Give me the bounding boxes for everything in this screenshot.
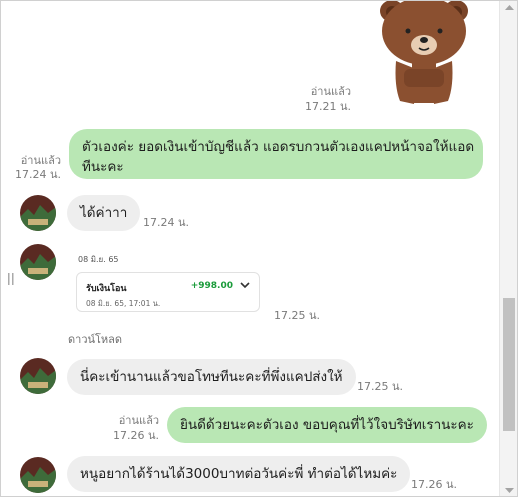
chat-window: อ่านแล้ว 17.21 น. อ่านแล้ว 17.24 น. ตัวเ… (0, 0, 518, 497)
message-time: 17.26 น. (411, 478, 458, 491)
message-text: ยินดีด้วยนะคะตัวเอง ขอบคุณที่ไว้ใจบริษัท… (180, 417, 474, 433)
message-text: นี่คะเข้านานแล้วขอโทษทีนะคะที่พึ่งแคปส่ง… (80, 369, 343, 385)
receipt-title: รับเงินโอน (86, 284, 127, 294)
avatar[interactable] (20, 358, 56, 394)
incoming-message-bubble[interactable]: ได้ค่าาา (67, 195, 141, 231)
message-text: ตัวเองค่ะ ยอดเงินเข้าบัญชีแล้ว แอดรบกวนต… (82, 139, 475, 155)
message-text: ได้ค่าาา (80, 205, 128, 221)
receipt-datetime: 08 มิ.ย. 65, 17:01 น. (86, 299, 161, 308)
avatar[interactable] (20, 244, 56, 280)
drag-handle-icon[interactable] (8, 273, 14, 285)
message-time: 17.24 น. (14, 168, 61, 181)
download-link[interactable]: ดาวน์โหลด (68, 330, 122, 348)
message-time: 17.25 น. (274, 309, 321, 322)
outgoing-message-bubble[interactable]: ยินดีด้วยนะคะตัวเอง ขอบคุณที่ไว้ใจบริษัท… (167, 407, 487, 443)
scrollbar-thumb[interactable] (503, 298, 515, 431)
scroll-down-icon[interactable] (505, 487, 514, 494)
receipt-amount: +998.00 (190, 281, 233, 291)
message-text: ทีนะคะ (82, 159, 124, 175)
avatar[interactable] (20, 195, 56, 231)
bear-sticker (380, 1, 468, 104)
read-receipt: อ่านแล้ว (118, 414, 159, 427)
message-time: 17.26 น. (112, 429, 159, 442)
outgoing-message-bubble[interactable]: ตัวเองค่ะ ยอดเงินเข้าบัญชีแล้ว แอดรบกวนต… (69, 129, 483, 179)
receipt-row: รับเงินโอน +998.00 08 มิ.ย. 65, 17:01 น. (76, 272, 260, 312)
avatar[interactable] (20, 457, 56, 493)
scroll-up-icon[interactable] (505, 4, 514, 11)
message-time: 17.21 น. (304, 100, 351, 113)
chevron-down-icon (240, 282, 250, 289)
transfer-receipt-image[interactable]: 08 มิ.ย. 65 รับเงินโอน +998.00 08 มิ.ย. … (66, 247, 266, 325)
read-receipt: อ่านแล้ว (20, 154, 61, 167)
message-time: 17.24 น. (143, 216, 190, 229)
message-text: หนูอยากได้ร้านได้3000บาทต่อวันค่ะพี่ ทำต… (80, 466, 398, 482)
vertical-scrollbar[interactable] (499, 1, 517, 496)
incoming-message-bubble[interactable]: นี่คะเข้านานแล้วขอโทษทีนะคะที่พึ่งแคปส่ง… (67, 359, 356, 395)
read-receipt: อ่านแล้ว (310, 85, 351, 98)
chat-message-list[interactable]: อ่านแล้ว 17.21 น. อ่านแล้ว 17.24 น. ตัวเ… (1, 1, 499, 496)
message-time: 17.25 น. (357, 380, 404, 393)
receipt-date: 08 มิ.ย. 65 (78, 255, 119, 264)
incoming-message-bubble[interactable]: หนูอยากได้ร้านได้3000บาทต่อวันค่ะพี่ ทำต… (67, 456, 411, 492)
